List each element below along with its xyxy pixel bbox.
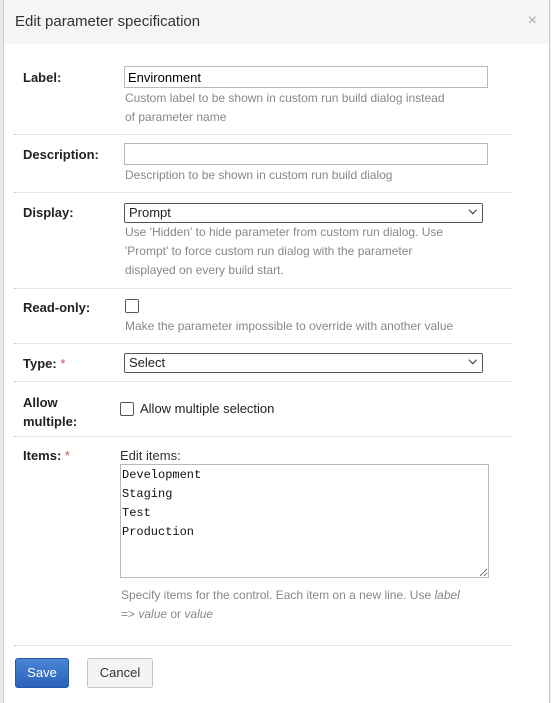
allow-multiple-checkbox-label[interactable]: Allow multiple selection (140, 401, 274, 416)
items-label-text: Items: (23, 448, 62, 463)
items-hint-2: => value or value (121, 605, 213, 624)
dialog-header: Edit parameter specification × (4, 0, 549, 44)
label-hint-1: Custom label to be shown in custom run b… (125, 91, 445, 105)
allow-multiple-field-label: Allow multiple: (23, 393, 77, 431)
description-input[interactable] (124, 143, 488, 165)
divider (14, 192, 512, 193)
readonly-checkbox[interactable] (125, 299, 139, 313)
label-input[interactable] (124, 66, 488, 88)
close-icon[interactable]: × (528, 12, 537, 30)
allow-multiple-label-line1: Allow (23, 395, 58, 410)
type-field-label: Type: * (23, 356, 65, 371)
divider (14, 134, 512, 135)
description-field-label: Description: (23, 147, 99, 162)
divider (14, 381, 512, 382)
display-field-label: Display: (23, 205, 74, 220)
readonly-field-label: Read-only: (23, 300, 91, 315)
display-select[interactable]: Prompt ⌵ (124, 203, 483, 223)
items-hint-value: value (138, 607, 168, 621)
type-select[interactable]: Select ⌵ (124, 353, 483, 373)
save-button[interactable]: Save (15, 658, 69, 688)
items-hint-label: label (434, 588, 460, 602)
required-marker: * (64, 448, 70, 463)
label-field-label: Label: (23, 70, 62, 85)
items-hint-1: Specify items for the control. Each item… (121, 586, 460, 605)
items-hint-text: Specify items for the control. Each item… (121, 588, 435, 602)
allow-multiple-checkbox[interactable] (120, 402, 134, 416)
readonly-hint: Make the parameter impossible to overrid… (125, 319, 454, 333)
type-label-text: Type: (23, 356, 57, 371)
chevron-down-icon: ⌵ (468, 355, 477, 367)
required-marker: * (60, 356, 66, 371)
type-selected-value: Select (129, 355, 166, 370)
divider (14, 343, 512, 344)
dialog-title: Edit parameter specification (15, 13, 201, 30)
items-hint-or: or (167, 607, 185, 621)
divider (14, 288, 512, 289)
items-field-label: Items: * (23, 448, 70, 463)
display-selected-value: Prompt (129, 205, 171, 220)
cancel-button[interactable]: Cancel (87, 658, 153, 688)
items-textarea[interactable]: Development Staging Test Production (120, 464, 489, 578)
divider (14, 436, 512, 437)
edit-parameter-dialog: Edit parameter specification × Label: Cu… (3, 0, 550, 703)
label-hint-2: of parameter name (125, 110, 227, 124)
edit-items-label: Edit items: (120, 448, 181, 463)
allow-multiple-label-line2: multiple: (23, 414, 78, 429)
divider (14, 645, 512, 646)
chevron-down-icon: ⌵ (468, 205, 477, 217)
display-hint-2: 'Prompt' to force custom run dialog with… (125, 244, 413, 258)
display-hint-3: displayed on every build start. (125, 263, 284, 277)
items-hint-arrow: => (121, 607, 139, 621)
description-hint: Description to be shown in custom run bu… (125, 168, 393, 182)
items-hint-value: value (184, 607, 214, 621)
display-hint-1: Use 'Hidden' to hide parameter from cust… (125, 225, 444, 239)
